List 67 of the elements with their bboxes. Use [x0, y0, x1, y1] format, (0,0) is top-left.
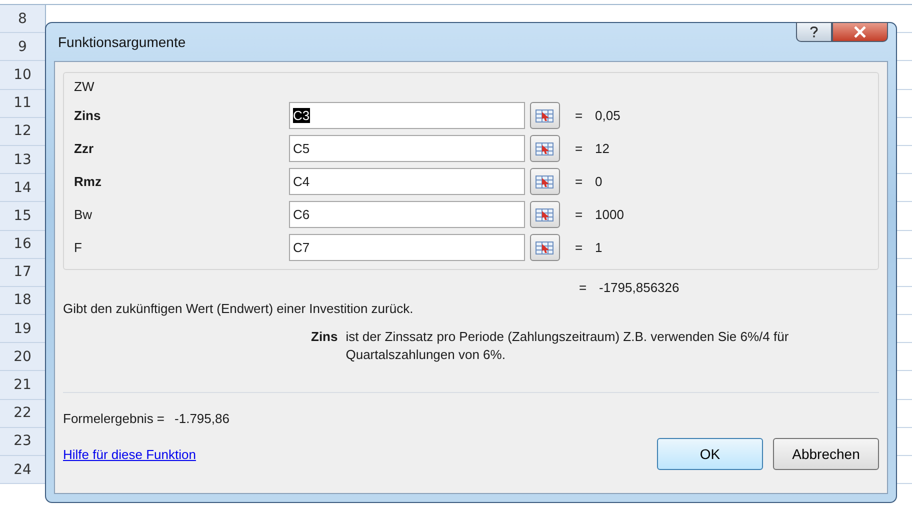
- function-description: Gibt den zukünftigen Wert (Endwert) einer Investition zurück.: [63, 301, 414, 316]
- row-header[interactable]: 9: [0, 33, 46, 60]
- field-value: C3: [293, 108, 310, 123]
- row-header[interactable]: 16: [0, 230, 46, 258]
- cancel-button[interactable]: Abbrechen: [773, 438, 879, 470]
- argument-label: Zins: [74, 108, 102, 123]
- argument-field[interactable]: C7: [289, 234, 525, 261]
- ok-button[interactable]: OK: [657, 438, 763, 470]
- function-result: -1795,856326: [599, 280, 680, 295]
- equals-sign: =: [575, 141, 584, 156]
- field-value: C4: [293, 174, 310, 189]
- range-select-button[interactable]: [530, 168, 560, 195]
- row-header[interactable]: 18: [0, 286, 46, 314]
- equals-sign: =: [575, 108, 584, 123]
- row-header[interactable]: 22: [0, 400, 46, 427]
- row-header[interactable]: 17: [0, 258, 46, 286]
- range-select-button[interactable]: [530, 102, 560, 129]
- range-select-button[interactable]: [530, 234, 560, 261]
- argument-label: Zzr: [74, 141, 94, 156]
- argument-name: Zins: [311, 328, 338, 346]
- equals-sign: =: [575, 207, 584, 222]
- table-arrow-icon: [535, 140, 555, 156]
- equals-sign: =: [579, 280, 588, 295]
- table-arrow-icon: [535, 240, 555, 256]
- help-button[interactable]: [796, 22, 832, 42]
- equals-sign: =: [575, 240, 584, 255]
- argument-field[interactable]: C5: [289, 135, 525, 162]
- group-title: ZW: [74, 79, 96, 94]
- argument-label: Bw: [74, 207, 94, 222]
- row-header[interactable]: 24: [0, 456, 46, 484]
- argument-description: ist der Zinssatz pro Periode (Zahlungszeitraum) Z.B. verwenden Sie 6%/4 für Quartalszahlungen von 6%.: [346, 328, 790, 364]
- formula-result-label: Formelergebnis =: [63, 411, 165, 426]
- window-title: Funktionsargumente: [57, 34, 186, 50]
- argument-result: 1000: [595, 207, 624, 222]
- row-header[interactable]: 13: [0, 146, 46, 174]
- row-header[interactable]: 8: [0, 5, 46, 32]
- close-button[interactable]: [832, 22, 888, 42]
- field-value: C7: [293, 240, 310, 255]
- argument-result: 12: [595, 141, 610, 156]
- argument-field[interactable]: C4: [289, 168, 525, 195]
- argument-label: Rmz: [74, 174, 102, 189]
- row-header[interactable]: 20: [0, 343, 46, 370]
- table-arrow-icon: [535, 108, 555, 124]
- argument-label: F: [74, 240, 83, 255]
- range-select-button[interactable]: [530, 201, 560, 228]
- argument-field[interactable]: C6: [289, 201, 525, 228]
- field-value: C5: [293, 141, 310, 156]
- argument-result: 0,05: [595, 108, 620, 123]
- row-header[interactable]: 23: [0, 428, 46, 455]
- field-value: C6: [293, 207, 310, 222]
- row-header[interactable]: 14: [0, 174, 46, 202]
- row-header[interactable]: 21: [0, 371, 46, 399]
- table-arrow-icon: [535, 206, 555, 222]
- help-link[interactable]: Hilfe für diese Funktion: [63, 446, 196, 462]
- row-header[interactable]: 19: [0, 315, 46, 342]
- range-select-button[interactable]: [530, 135, 560, 162]
- row-header[interactable]: 12: [0, 118, 46, 145]
- equals-sign: =: [575, 174, 584, 189]
- row-header[interactable]: 15: [0, 202, 46, 230]
- close-icon: [853, 26, 867, 38]
- row-header[interactable]: 10: [0, 61, 46, 89]
- argument-result: 1: [595, 240, 602, 255]
- argument-field[interactable]: C3: [289, 102, 525, 129]
- argument-result: 0: [595, 174, 602, 189]
- row-header[interactable]: 11: [0, 90, 46, 117]
- formula-result-value: -1.795,86: [174, 411, 230, 426]
- table-arrow-icon: [535, 174, 555, 190]
